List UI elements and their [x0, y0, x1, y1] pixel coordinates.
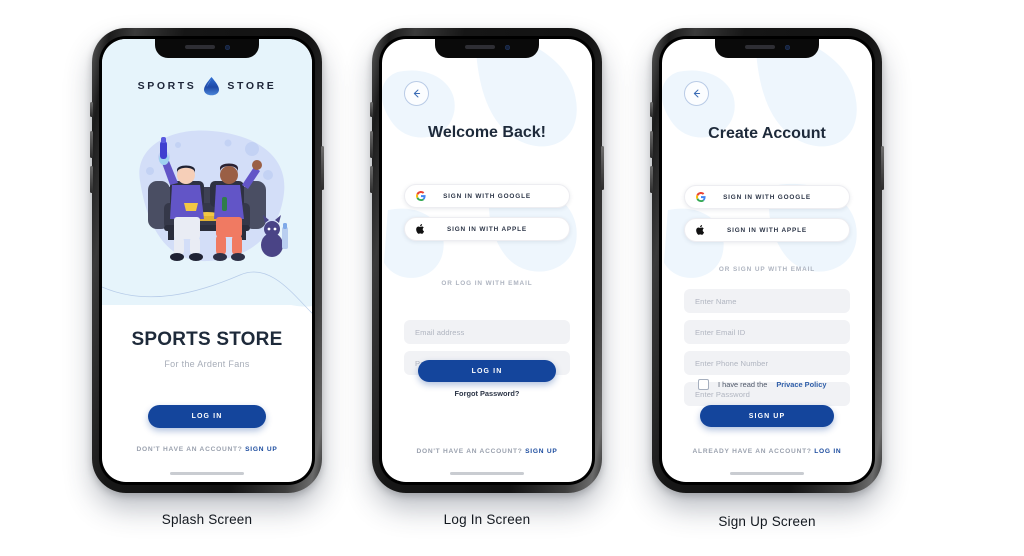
- volume-down-button[interactable]: [90, 166, 93, 193]
- signup-link[interactable]: SIGN UP: [525, 448, 557, 455]
- caption-login-screen: Log In Screen: [443, 512, 531, 527]
- front-camera-icon: [224, 44, 230, 50]
- login-button[interactable]: LOG IN: [148, 405, 266, 428]
- phone-bezel: Welcome Back! SIGN IN WITH GOOGLE SIGN I…: [379, 36, 595, 485]
- splash-text-block: SPORTS STORE For the Ardent Fans: [102, 329, 312, 369]
- silent-switch[interactable]: [90, 102, 93, 117]
- fans-on-couch-illustration: [139, 130, 288, 262]
- signup-form-fields: Enter Name Enter Email ID Enter Phone Nu…: [684, 289, 850, 413]
- app-logo: SPORTS STORE: [102, 76, 312, 96]
- arrow-left-icon: [693, 89, 701, 98]
- front-camera-icon: [784, 44, 790, 50]
- signup-prompt-text: DON'T HAVE AN ACCOUNT?: [416, 448, 523, 455]
- signup-prompt: DON'T HAVE AN ACCOUNT? SIGN UP: [102, 446, 312, 453]
- earpiece-speaker-icon: [184, 45, 215, 49]
- login-button[interactable]: LOG IN: [418, 360, 556, 382]
- power-button[interactable]: [601, 146, 604, 190]
- power-button[interactable]: [321, 146, 324, 190]
- password-field-placeholder: Enter Password: [695, 389, 751, 399]
- home-indicator[interactable]: [450, 471, 524, 475]
- sign-in-with-apple-button[interactable]: SIGN IN WITH APPLE: [404, 217, 570, 241]
- page-subtitle: For the Ardent Fans: [164, 359, 250, 369]
- arrow-left-icon: [413, 89, 421, 98]
- apple-icon: [416, 224, 425, 235]
- email-field[interactable]: Email address: [404, 320, 570, 344]
- droplet-shield-icon: [204, 77, 220, 96]
- social-login-group: SIGN IN WITH GOOGLE SIGN IN WITH APPLE: [404, 184, 570, 250]
- apple-icon: [696, 225, 705, 236]
- email-field[interactable]: Enter Email ID: [684, 320, 850, 344]
- volume-up-button[interactable]: [650, 131, 653, 158]
- phone-mockup-splash: SPORTS STORE SPORTS STORE For the Ardent…: [90, 28, 324, 493]
- social-button-label: SIGN IN WITH GOOGLE: [723, 193, 811, 201]
- phone-frame: Create Account SIGN IN WITH GOOGLE SIGN …: [650, 28, 884, 493]
- page-title: Create Account: [708, 125, 826, 142]
- page-title: SPORTS STORE: [131, 329, 283, 350]
- notch: [435, 39, 539, 58]
- volume-up-button[interactable]: [90, 131, 93, 158]
- social-button-label: SIGN IN WITH GOOGLE: [443, 192, 531, 200]
- login-screen: Welcome Back! SIGN IN WITH GOOGLE SIGN I…: [382, 39, 592, 482]
- caption-splash-screen: Splash Screen: [161, 512, 253, 527]
- front-camera-icon: [504, 44, 510, 50]
- email-divider-label: OR SIGN UP WITH EMAIL: [718, 266, 816, 273]
- privacy-consent-row: I have read the Privace Policy: [698, 379, 850, 390]
- caption-signup-screen: Sign Up Screen: [718, 514, 816, 529]
- volume-down-button[interactable]: [650, 166, 653, 193]
- login-prompt: ALREADY HAVE AN ACCOUNT? LOG IN: [662, 448, 872, 455]
- email-field-placeholder: Enter Email ID: [695, 327, 746, 337]
- volume-down-button[interactable]: [370, 166, 373, 193]
- phone-mockup-login: Welcome Back! SIGN IN WITH GOOGLE SIGN I…: [370, 28, 604, 493]
- back-button[interactable]: [404, 81, 429, 106]
- home-indicator[interactable]: [730, 471, 804, 475]
- privacy-policy-checkbox[interactable]: [698, 379, 709, 390]
- notch: [715, 39, 819, 58]
- sign-in-with-google-button[interactable]: SIGN IN WITH GOOGLE: [404, 184, 570, 208]
- page-title: Welcome Back!: [428, 124, 546, 141]
- signup-prompt-text: DON'T HAVE AN ACCOUNT?: [136, 446, 243, 453]
- social-signup-group: SIGN IN WITH GOOGLE SIGN IN WITH APPLE: [684, 185, 850, 251]
- social-button-label: SIGN IN WITH APPLE: [446, 225, 528, 233]
- logo-word-right: STORE: [227, 80, 277, 92]
- signup-button[interactable]: SIGN UP: [700, 405, 834, 427]
- phone-bezel: Create Account SIGN IN WITH GOOGLE SIGN …: [659, 36, 875, 485]
- logo-word-left: SPORTS: [137, 80, 197, 92]
- phone-field[interactable]: Enter Phone Number: [684, 351, 850, 375]
- volume-up-button[interactable]: [370, 131, 373, 158]
- google-icon: [696, 192, 706, 202]
- signup-link[interactable]: SIGN UP: [245, 446, 277, 453]
- login-prompt-text: ALREADY HAVE AN ACCOUNT?: [692, 448, 812, 455]
- splash-screen: SPORTS STORE SPORTS STORE For the Ardent…: [102, 39, 312, 482]
- power-button[interactable]: [881, 146, 884, 190]
- login-link[interactable]: LOG IN: [814, 448, 841, 455]
- sign-in-with-google-button[interactable]: SIGN IN WITH GOOGLE: [684, 185, 850, 209]
- phone-mockup-signup: Create Account SIGN IN WITH GOOGLE SIGN …: [650, 28, 884, 493]
- notch: [155, 39, 259, 58]
- google-icon: [416, 191, 426, 201]
- phone-bezel: SPORTS STORE SPORTS STORE For the Ardent…: [99, 36, 315, 485]
- privacy-consent-text: I have read the: [718, 380, 768, 389]
- social-button-label: SIGN IN WITH APPLE: [726, 226, 808, 234]
- name-field-placeholder: Enter Name: [695, 296, 737, 306]
- signup-prompt: DON'T HAVE AN ACCOUNT? SIGN UP: [382, 448, 592, 455]
- signup-screen: Create Account SIGN IN WITH GOOGLE SIGN …: [662, 39, 872, 482]
- home-indicator[interactable]: [170, 471, 244, 475]
- earpiece-speaker-icon: [464, 45, 495, 49]
- silent-switch[interactable]: [370, 102, 373, 117]
- forgot-password-link[interactable]: Forgot Password?: [382, 389, 592, 398]
- privacy-policy-link[interactable]: Privace Policy: [776, 380, 826, 389]
- email-field-placeholder: Email address: [415, 327, 465, 337]
- back-button[interactable]: [684, 81, 709, 106]
- phone-field-placeholder: Enter Phone Number: [695, 358, 769, 368]
- email-divider-label: OR LOG IN WITH EMAIL: [441, 280, 533, 287]
- name-field[interactable]: Enter Name: [684, 289, 850, 313]
- silent-switch[interactable]: [650, 102, 653, 117]
- earpiece-speaker-icon: [744, 45, 775, 49]
- sign-in-with-apple-button[interactable]: SIGN IN WITH APPLE: [684, 218, 850, 242]
- phone-frame: SPORTS STORE SPORTS STORE For the Ardent…: [90, 28, 324, 493]
- mockup-board: SPORTS STORE SPORTS STORE For the Ardent…: [0, 0, 1024, 556]
- phone-frame: Welcome Back! SIGN IN WITH GOOGLE SIGN I…: [370, 28, 604, 493]
